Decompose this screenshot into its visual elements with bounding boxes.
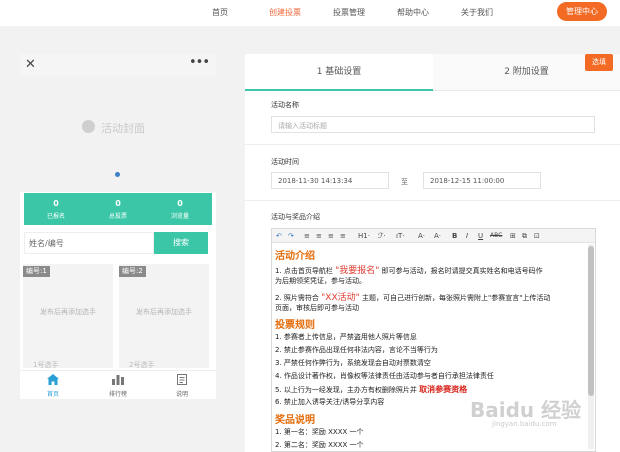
nav-create-vote[interactable]: 创建投票 bbox=[269, 7, 301, 18]
section-heading: 活动介绍 bbox=[275, 251, 315, 262]
stat-value: 0 bbox=[115, 199, 121, 208]
phone-tabbar: 首页 排行榜 说明 bbox=[20, 370, 216, 399]
phone-search-input[interactable]: 姓名/编号 bbox=[24, 232, 154, 254]
stat-value: 0 bbox=[53, 199, 59, 208]
editor-toolbar: ↶ ↷ ≡ ≡ ≡ ≡ H1· ℱ· ıT· A· A· B I U ABC ⊞… bbox=[272, 229, 595, 243]
admin-center-button[interactable]: 管理中心 bbox=[557, 2, 607, 21]
contestant-cards: 编号:1 发布后再添加选手 1号选手 编号:2 发布后再添加选手 2号选手 bbox=[20, 264, 216, 369]
divider bbox=[245, 144, 620, 145]
card-number-badge: 编号:1 bbox=[23, 266, 50, 277]
start-time-input[interactable]: 2018-11-30 14:13:34 bbox=[271, 172, 389, 189]
bold-icon[interactable]: B bbox=[452, 231, 457, 241]
activity-name-label: 活动名称 bbox=[271, 101, 299, 109]
phone-search: 姓名/编号 搜索 bbox=[24, 232, 212, 254]
align-center-icon[interactable]: ≡ bbox=[316, 231, 322, 241]
text: 2. 照片需符合 bbox=[275, 294, 322, 302]
copy-icon[interactable]: ⧉ bbox=[522, 231, 527, 241]
section-heading: 投票规则 bbox=[275, 320, 315, 331]
content-line: 2. 禁止参赛作品出现任何非法内容，言论不当等行为 bbox=[275, 346, 438, 354]
phone-search-button[interactable]: 搜索 bbox=[154, 232, 208, 254]
card-meta: 1号选手 bbox=[33, 361, 59, 369]
form-tabs: 1 基础设置 2 附加设置 bbox=[245, 54, 620, 91]
text: 1. 点击首页导航栏 bbox=[275, 267, 336, 275]
baidu-watermark-url: jingyan.baidu.com bbox=[492, 420, 557, 428]
stat-label: 浏览量 bbox=[170, 213, 189, 220]
phone-preview: ✕ ••• 活动封面 0 已报名 0 总投票 0 浏览量 姓名/编号 搜索 编号… bbox=[20, 54, 216, 399]
card-number-badge: 编号:2 bbox=[119, 266, 146, 277]
highlight-text: "XX活动" bbox=[321, 293, 360, 303]
cover-placeholder: 活动封面 bbox=[20, 76, 216, 192]
stat-label: 已报名 bbox=[46, 213, 65, 220]
section-heading: 奖品说明 bbox=[275, 415, 315, 426]
undo-icon[interactable]: ↶ bbox=[276, 231, 282, 241]
align-left-icon[interactable]: ≡ bbox=[304, 231, 310, 241]
tab-label: 排行榜 bbox=[108, 391, 127, 398]
card-hint: 发布后再添加选手 bbox=[40, 308, 96, 316]
italic-icon[interactable]: I bbox=[466, 231, 468, 241]
card-meta: 2号选手 bbox=[129, 361, 155, 369]
highlight-text: 取消参赛资格 bbox=[419, 385, 468, 394]
content-line: 1. 点击首页导航栏 "我要报名" 即可参与活动，报名时请提交真实姓名和电话号码… bbox=[275, 263, 585, 276]
underline-icon[interactable]: U bbox=[478, 231, 483, 241]
align-justify-icon[interactable]: ≡ bbox=[340, 231, 346, 241]
text: 即可参与活动，报名时请提交真实姓名和电话号码作 bbox=[379, 267, 543, 275]
scrollbar-thumb[interactable] bbox=[588, 246, 594, 396]
tab-label: 首页 bbox=[46, 391, 59, 398]
activity-time-label: 活动时间 bbox=[271, 158, 299, 166]
highlight-color-dropdown[interactable]: A· bbox=[434, 231, 441, 241]
activity-name-input[interactable]: 请输入活动标题 bbox=[271, 116, 595, 133]
stat-label: 总投票 bbox=[108, 213, 127, 220]
home-icon bbox=[47, 374, 59, 385]
optional-tag-button[interactable]: 选填 bbox=[585, 54, 613, 71]
redo-icon[interactable]: ↷ bbox=[288, 231, 294, 241]
intro-label: 活动与奖品介绍 bbox=[271, 213, 320, 221]
divider bbox=[245, 200, 620, 201]
nav-about-us[interactable]: 关于我们 bbox=[461, 7, 493, 18]
nav-help-center[interactable]: 帮助中心 bbox=[397, 7, 429, 18]
contestant-card[interactable]: 编号:2 发布后再添加选手 2号选手 bbox=[119, 264, 209, 369]
highlight-text: "我要报名" bbox=[335, 266, 380, 276]
close-icon[interactable]: ✕ bbox=[25, 58, 36, 71]
end-time-input[interactable]: 2018-12-15 11:00:00 bbox=[423, 172, 541, 189]
align-right-icon[interactable]: ≡ bbox=[328, 231, 334, 241]
content-line: 1. 参赛者上传信息，严禁盗用他人照片等信息 bbox=[275, 333, 417, 341]
phone-header: ✕ ••• bbox=[20, 54, 216, 76]
contestant-card[interactable]: 编号:1 发布后再添加选手 1号选手 bbox=[23, 264, 113, 369]
carousel-dot bbox=[115, 172, 120, 177]
nav-home[interactable]: 首页 bbox=[212, 7, 228, 18]
stat-value: 0 bbox=[177, 199, 183, 208]
content-line: 为后期领奖凭证，参与活动。 bbox=[275, 277, 366, 285]
baidu-watermark: Baidu 经验 bbox=[470, 398, 582, 422]
form-panel: 1 基础设置 2 附加设置 活动名称 请输入活动标题 活动时间 2018-11-… bbox=[245, 54, 620, 452]
font-size-dropdown[interactable]: ıT· bbox=[396, 231, 404, 241]
cover-image-icon bbox=[82, 120, 95, 133]
to-separator: 至 bbox=[401, 178, 408, 186]
content-line: 3. 严禁任何作弊行为，系统发现会自动对票数清空 bbox=[275, 359, 431, 367]
top-nav: 首页 创建投票 投票管理 帮助中心 关于我们 管理中心 bbox=[0, 0, 620, 26]
font-color-dropdown[interactable]: A· bbox=[418, 231, 425, 241]
editor-scrollbar[interactable] bbox=[588, 244, 594, 449]
strikethrough-icon[interactable]: ABC bbox=[490, 231, 502, 241]
content-line: 1. 第一名：奖励 XXXX 一个 bbox=[275, 428, 364, 436]
text: 5. 以上行为一经发现，主办方有权删除照片并 bbox=[275, 386, 420, 394]
document-icon bbox=[177, 374, 187, 385]
more-dots-icon[interactable]: ••• bbox=[189, 56, 210, 69]
card-hint: 发布后再添加选手 bbox=[136, 308, 192, 316]
content-line: 2. 照片需符合 "XX活动" 主题，可自己进行创新，每张照片需附上"参赛宣言"… bbox=[275, 290, 585, 303]
content-line: 页面，审核后即可参与活动 bbox=[275, 304, 359, 312]
cover-label: 活动封面 bbox=[101, 122, 145, 135]
preview-icon[interactable]: ⊡ bbox=[534, 231, 540, 241]
tab-basic-settings[interactable]: 1 基础设置 bbox=[245, 54, 433, 91]
stats-bar: 0 已报名 0 总投票 0 浏览量 bbox=[24, 193, 212, 225]
heading-dropdown[interactable]: H1· bbox=[358, 231, 370, 241]
font-family-dropdown[interactable]: ℱ· bbox=[378, 231, 386, 241]
content-line: 2. 第二名：奖励 XXXX 一个 bbox=[275, 441, 364, 449]
table-icon[interactable]: ⊞ bbox=[510, 231, 516, 241]
chart-icon bbox=[112, 375, 124, 385]
content-line: 4. 作品设计著作权，肖像权等法律责任由活动参与者自行承担法律责任 bbox=[275, 372, 494, 380]
tab-label: 说明 bbox=[175, 391, 188, 398]
nav-vote-manage[interactable]: 投票管理 bbox=[333, 7, 365, 18]
text: 主题，可自己进行创新，每张照片需附上"参赛宣言"上传活动 bbox=[359, 294, 551, 302]
